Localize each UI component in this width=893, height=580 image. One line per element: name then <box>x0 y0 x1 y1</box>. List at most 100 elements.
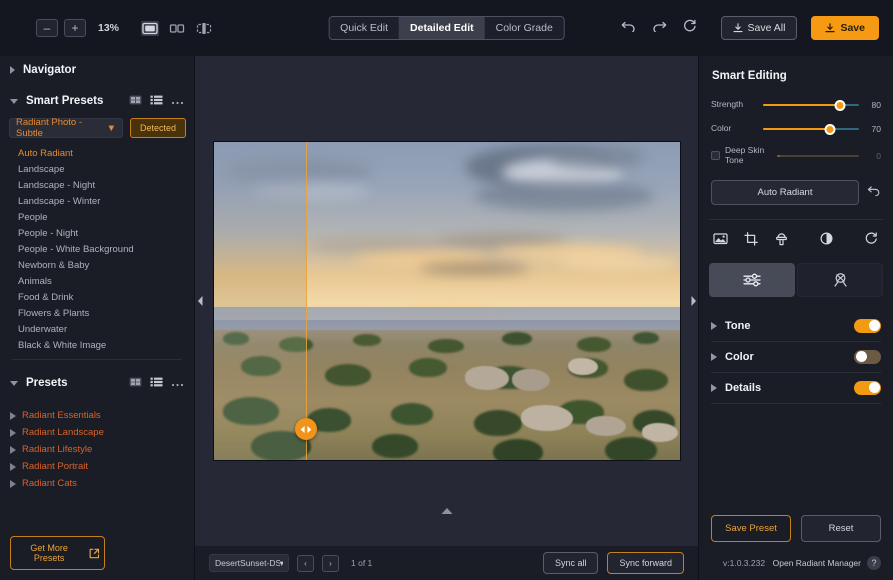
preset-item-landscape-night[interactable]: Landscape - Night <box>0 177 194 193</box>
sliders-icon <box>743 273 761 286</box>
slider-knob[interactable] <box>824 123 836 135</box>
open-radiant-manager-link[interactable]: Open Radiant Manager <box>773 558 861 568</box>
preset-folder-label: Radiant Landscape <box>22 427 104 438</box>
compare-split-icon[interactable] <box>820 232 833 251</box>
more-options-icon[interactable] <box>171 374 184 392</box>
edit-mode-tabs: Quick Edit Detailed Edit Color Grade <box>328 16 565 40</box>
section-details-toggle[interactable] <box>854 380 881 395</box>
color-label: Color <box>711 123 732 134</box>
section-details[interactable]: Details <box>711 373 881 403</box>
bottom-bar: DesertSunset-DSCF0 ▾ ‹ › 1 of 1 Sync all… <box>195 546 698 580</box>
left-panel: Navigator Smart Presets Radiant Photo - … <box>0 56 195 580</box>
image-icon[interactable] <box>713 232 728 250</box>
section-divider <box>711 402 881 404</box>
sync-forward-button[interactable]: Sync forward <box>607 552 684 574</box>
grid-view-icon[interactable] <box>129 92 142 110</box>
portrait-icon <box>833 273 847 287</box>
preset-item-newborn-baby[interactable]: Newborn & Baby <box>0 257 194 273</box>
list-view-icon[interactable] <box>150 92 163 110</box>
preset-item-people-night[interactable]: People - Night <box>0 225 194 241</box>
crop-icon[interactable] <box>744 231 759 251</box>
next-image-button[interactable]: › <box>322 554 339 572</box>
smart-presets-section-header[interactable]: Smart Presets <box>0 84 194 118</box>
zoom-in-button[interactable]: + <box>64 19 86 37</box>
navigator-section-header[interactable]: Navigator <box>0 56 194 84</box>
auto-radiant-button[interactable]: Auto Radiant <box>711 179 859 205</box>
zoom-out-button[interactable]: – <box>36 19 58 37</box>
tab-quick-edit[interactable]: Quick Edit <box>329 17 399 39</box>
presets-section-header[interactable]: Presets <box>0 366 194 400</box>
split-view-icon[interactable] <box>195 21 213 36</box>
deep-skin-tone-slider[interactable] <box>777 149 859 163</box>
get-more-presets-button[interactable]: Get More Presets <box>10 536 105 570</box>
collapse-left-panel-icon[interactable] <box>195 288 205 314</box>
more-options-icon[interactable] <box>171 92 184 110</box>
reset-button[interactable]: Reset <box>801 515 881 542</box>
stamp-icon[interactable] <box>775 232 788 251</box>
save-all-button[interactable]: Save All <box>720 16 798 40</box>
section-tone[interactable]: Tone <box>711 311 881 341</box>
preset-item-food-drink[interactable]: Food & Drink <box>0 289 194 305</box>
chevron-right-icon <box>10 428 16 437</box>
preset-folder-radiant-cats[interactable]: Radiant Cats <box>0 475 194 492</box>
preset-folder-radiant-essentials[interactable]: Radiant Essentials <box>0 407 194 424</box>
preset-item-black-white-image[interactable]: Black & White Image <box>0 337 194 353</box>
preset-folder-radiant-lifestyle[interactable]: Radiant Lifestyle <box>0 441 194 458</box>
chevron-down-icon[interactable] <box>10 380 18 386</box>
preset-dropdown[interactable]: Radiant Photo - Subtle ▼ <box>9 117 123 139</box>
single-view-icon[interactable] <box>141 20 160 36</box>
chevron-right-icon[interactable] <box>10 66 15 74</box>
photo-preview[interactable] <box>213 142 680 460</box>
section-tone-toggle[interactable] <box>854 318 881 333</box>
side-by-side-view-icon[interactable] <box>168 21 186 36</box>
slider-knob[interactable] <box>834 99 846 111</box>
list-view-icon[interactable] <box>150 374 163 392</box>
tool-icon-row <box>699 220 893 251</box>
section-color-toggle[interactable] <box>854 349 881 364</box>
download-icon <box>732 23 743 33</box>
tab-color-grade[interactable]: Color Grade <box>485 17 564 39</box>
chevron-right-icon <box>10 445 16 454</box>
reset-icon[interactable] <box>867 183 881 201</box>
preset-item-people[interactable]: People <box>0 209 194 225</box>
save-button[interactable]: Save <box>811 16 879 40</box>
save-preset-button[interactable]: Save Preset <box>711 515 791 542</box>
chevron-down-icon[interactable] <box>10 98 18 104</box>
preset-item-flowers-plants[interactable]: Flowers & Plants <box>0 305 194 321</box>
chevron-right-icon <box>10 479 16 488</box>
preset-item-people-white-background[interactable]: People - White Background <box>0 241 194 257</box>
deep-skin-tone-checkbox[interactable] <box>711 151 720 161</box>
preset-item-animals[interactable]: Animals <box>0 273 194 289</box>
photo-image <box>213 142 680 460</box>
main-body: Navigator Smart Presets Radiant Photo - … <box>0 56 893 580</box>
save-all-label: Save All <box>747 22 786 34</box>
portrait-tab[interactable] <box>797 262 883 297</box>
strength-slider[interactable] <box>763 98 859 112</box>
before-after-split-handle[interactable] <box>294 418 317 440</box>
presets-title: Presets <box>26 377 68 389</box>
redo-icon[interactable] <box>652 19 667 37</box>
reset-icon[interactable] <box>683 19 697 38</box>
sync-all-button[interactable]: Sync all <box>542 552 599 574</box>
rotate-icon[interactable] <box>865 231 878 251</box>
section-color-label: Color <box>725 350 754 363</box>
preset-item-underwater[interactable]: Underwater <box>0 321 194 337</box>
filmstrip-toggle-icon[interactable] <box>440 502 453 520</box>
tab-detailed-edit[interactable]: Detailed Edit <box>399 17 485 39</box>
adjustments-tab[interactable] <box>709 262 795 297</box>
preset-folder-radiant-portrait[interactable]: Radiant Portrait <box>0 458 194 475</box>
grid-view-icon[interactable] <box>129 374 142 392</box>
collapse-right-panel-icon[interactable] <box>688 288 698 314</box>
preset-item-landscape[interactable]: Landscape <box>0 161 194 177</box>
detected-badge[interactable]: Detected <box>129 118 186 138</box>
file-dropdown[interactable]: DesertSunset-DSCF0 ▾ <box>209 554 289 572</box>
preset-folder-label: Radiant Lifestyle <box>22 444 93 455</box>
preset-item-landscape-winter[interactable]: Landscape - Winter <box>0 193 194 209</box>
undo-icon[interactable] <box>621 19 636 37</box>
help-icon[interactable]: ? <box>867 556 881 570</box>
preset-folder-radiant-landscape[interactable]: Radiant Landscape <box>0 424 194 441</box>
color-slider[interactable] <box>763 122 859 136</box>
section-color[interactable]: Color <box>711 342 881 372</box>
previous-image-button[interactable]: ‹ <box>297 554 314 572</box>
preset-item-auto-radiant[interactable]: Auto Radiant <box>0 145 194 161</box>
